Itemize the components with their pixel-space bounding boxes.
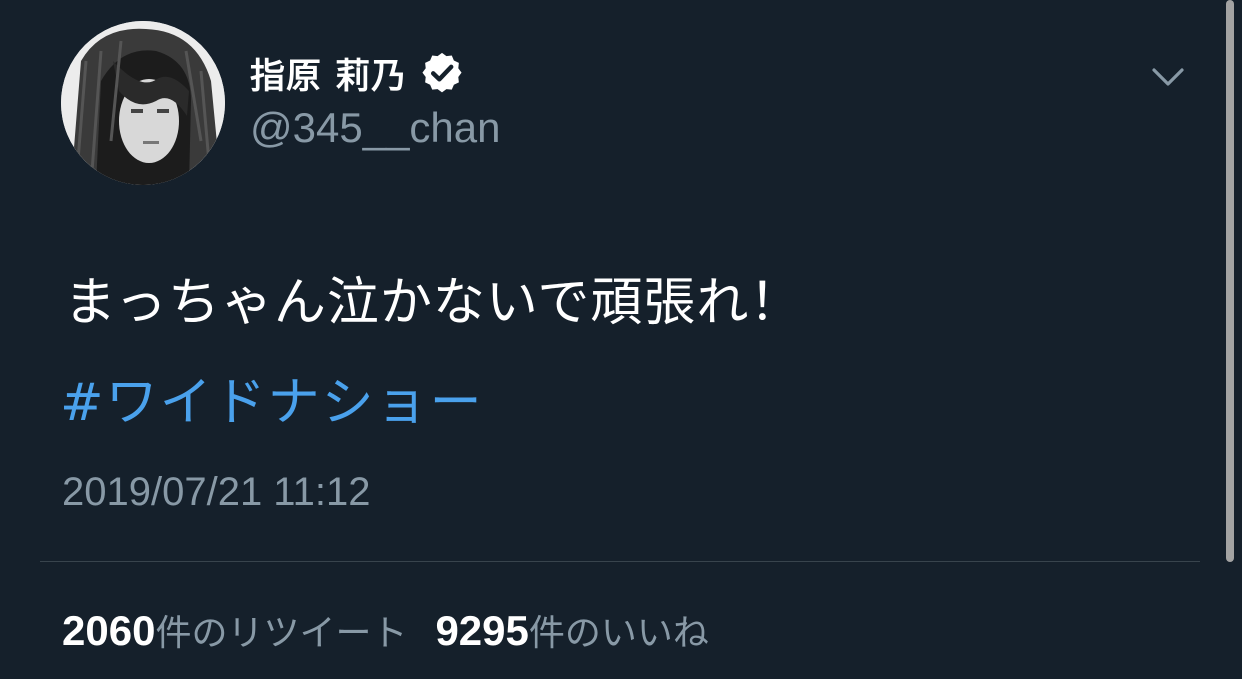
verified-badge-icon (419, 50, 465, 96)
retweets-count: 2060 (62, 607, 156, 654)
avatar[interactable] (61, 21, 225, 185)
retweets-label: 件のリツイート (155, 613, 408, 654)
tweet-timestamp[interactable]: 2019/07/21 11:12 (62, 470, 370, 515)
author-name-row[interactable]: 指原 莉乃 (250, 45, 465, 101)
divider (40, 561, 1200, 562)
likes-label: 件のいいね (528, 613, 709, 654)
display-name[interactable]: 指原 莉乃 (250, 48, 407, 99)
hashtag-link[interactable]: #ワイドナショー (60, 360, 484, 435)
user-handle[interactable]: @345__chan (250, 104, 501, 152)
chevron-down-icon[interactable] (1148, 60, 1188, 96)
likes-count: 9295 (435, 607, 529, 654)
retweets-stat[interactable]: 2060 件のリツイート (62, 604, 407, 656)
tweet-text: まっちゃん泣かないで頑張れ！ (64, 273, 803, 333)
likes-stat[interactable]: 9295 件のいいね (435, 604, 708, 656)
tweet-stats: 2060 件のリツイート 9295 件のいいね (62, 604, 709, 656)
scrollbar[interactable] (1226, 0, 1234, 562)
